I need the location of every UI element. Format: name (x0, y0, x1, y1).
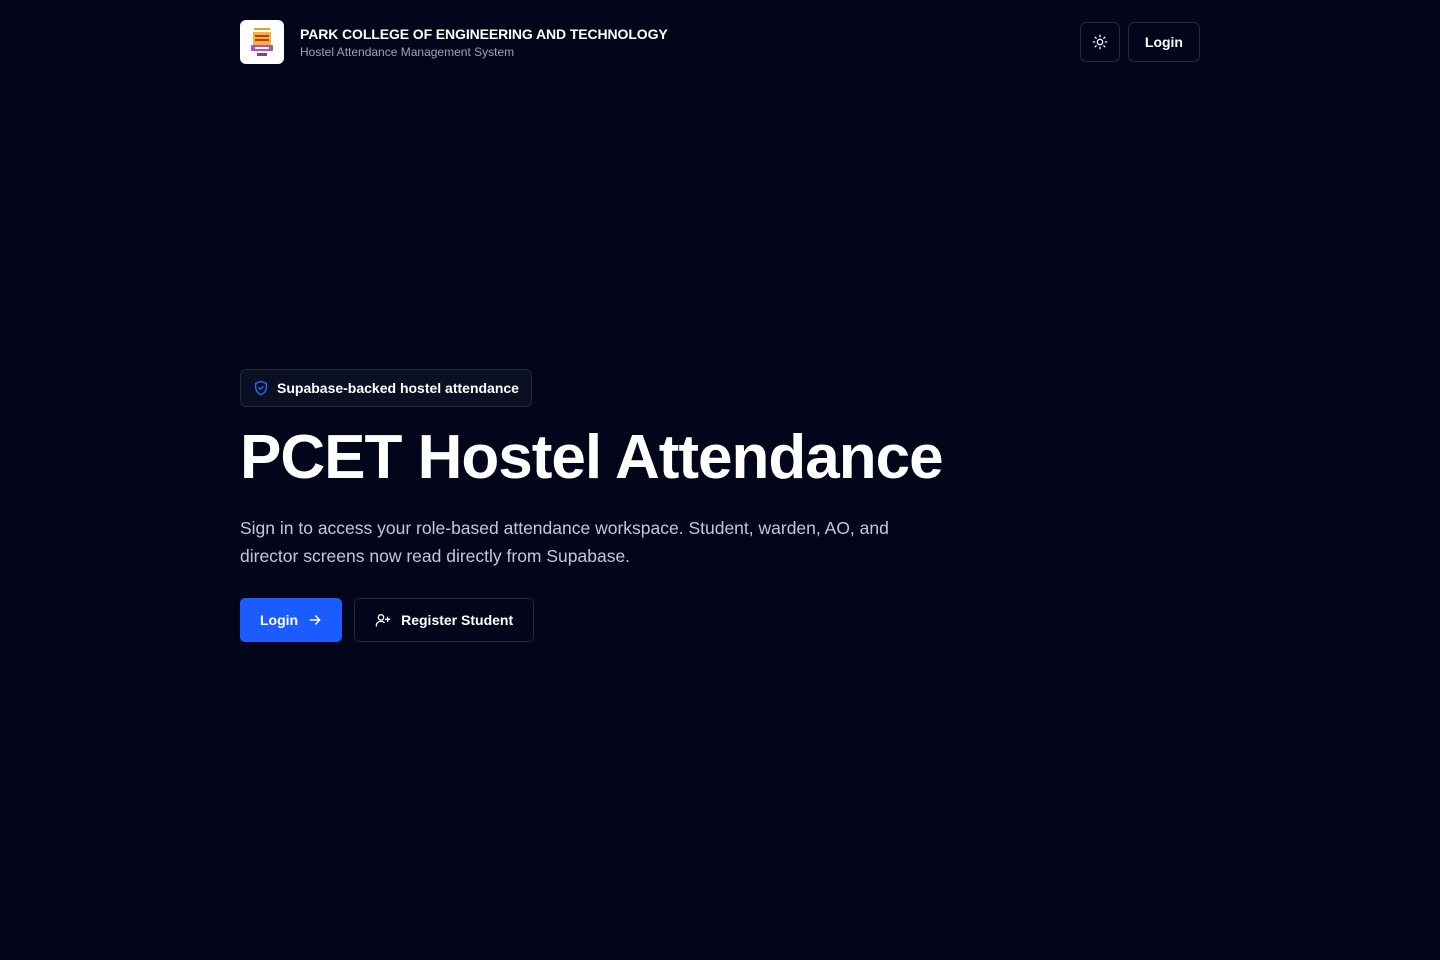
shield-check-icon (255, 380, 267, 396)
brand: PARK COLLEGE OF ENGINEERING AND TECHNOLO… (240, 20, 668, 64)
register-button-label: Register Student (401, 612, 514, 628)
system-name: Hostel Attendance Management System (300, 44, 515, 59)
header-actions: Login (1079, 22, 1200, 62)
college-name: PARK COLLEGE OF ENGINEERING AND TECHNOLO… (300, 25, 668, 42)
theme-toggle-button[interactable] (1079, 22, 1120, 62)
user-plus-icon (375, 614, 391, 627)
hero-description: Sign in to access your role-based attend… (240, 518, 889, 566)
feature-badge: Supabase-backed hostel attendance (240, 369, 532, 407)
login-button-label: Login (260, 612, 299, 628)
top-header: PARK COLLEGE OF ENGINEERING AND TECHNOLO… (240, 20, 1200, 64)
header-login-button[interactable]: Login (1127, 22, 1200, 62)
page-title: PCET Hostel Attendance (240, 423, 944, 492)
college-crest-icon (249, 26, 275, 58)
arrow-right-icon (309, 615, 321, 625)
brand-text: PARK COLLEGE OF ENGINEERING AND TECHNOLO… (300, 26, 668, 59)
hero-section: Supabase-backed hostel attendance PCET H… (240, 369, 1000, 642)
college-logo (240, 20, 284, 64)
login-button[interactable]: Login (240, 598, 343, 642)
landing-page: PARK COLLEGE OF ENGINEERING AND TECHNOLO… (0, 0, 1440, 960)
sun-icon (1092, 34, 1108, 50)
badge-label: Supabase-backed hostel attendance (277, 380, 519, 396)
hero-actions: Login Register Student (240, 598, 1000, 642)
register-student-button[interactable]: Register Student (354, 598, 535, 642)
